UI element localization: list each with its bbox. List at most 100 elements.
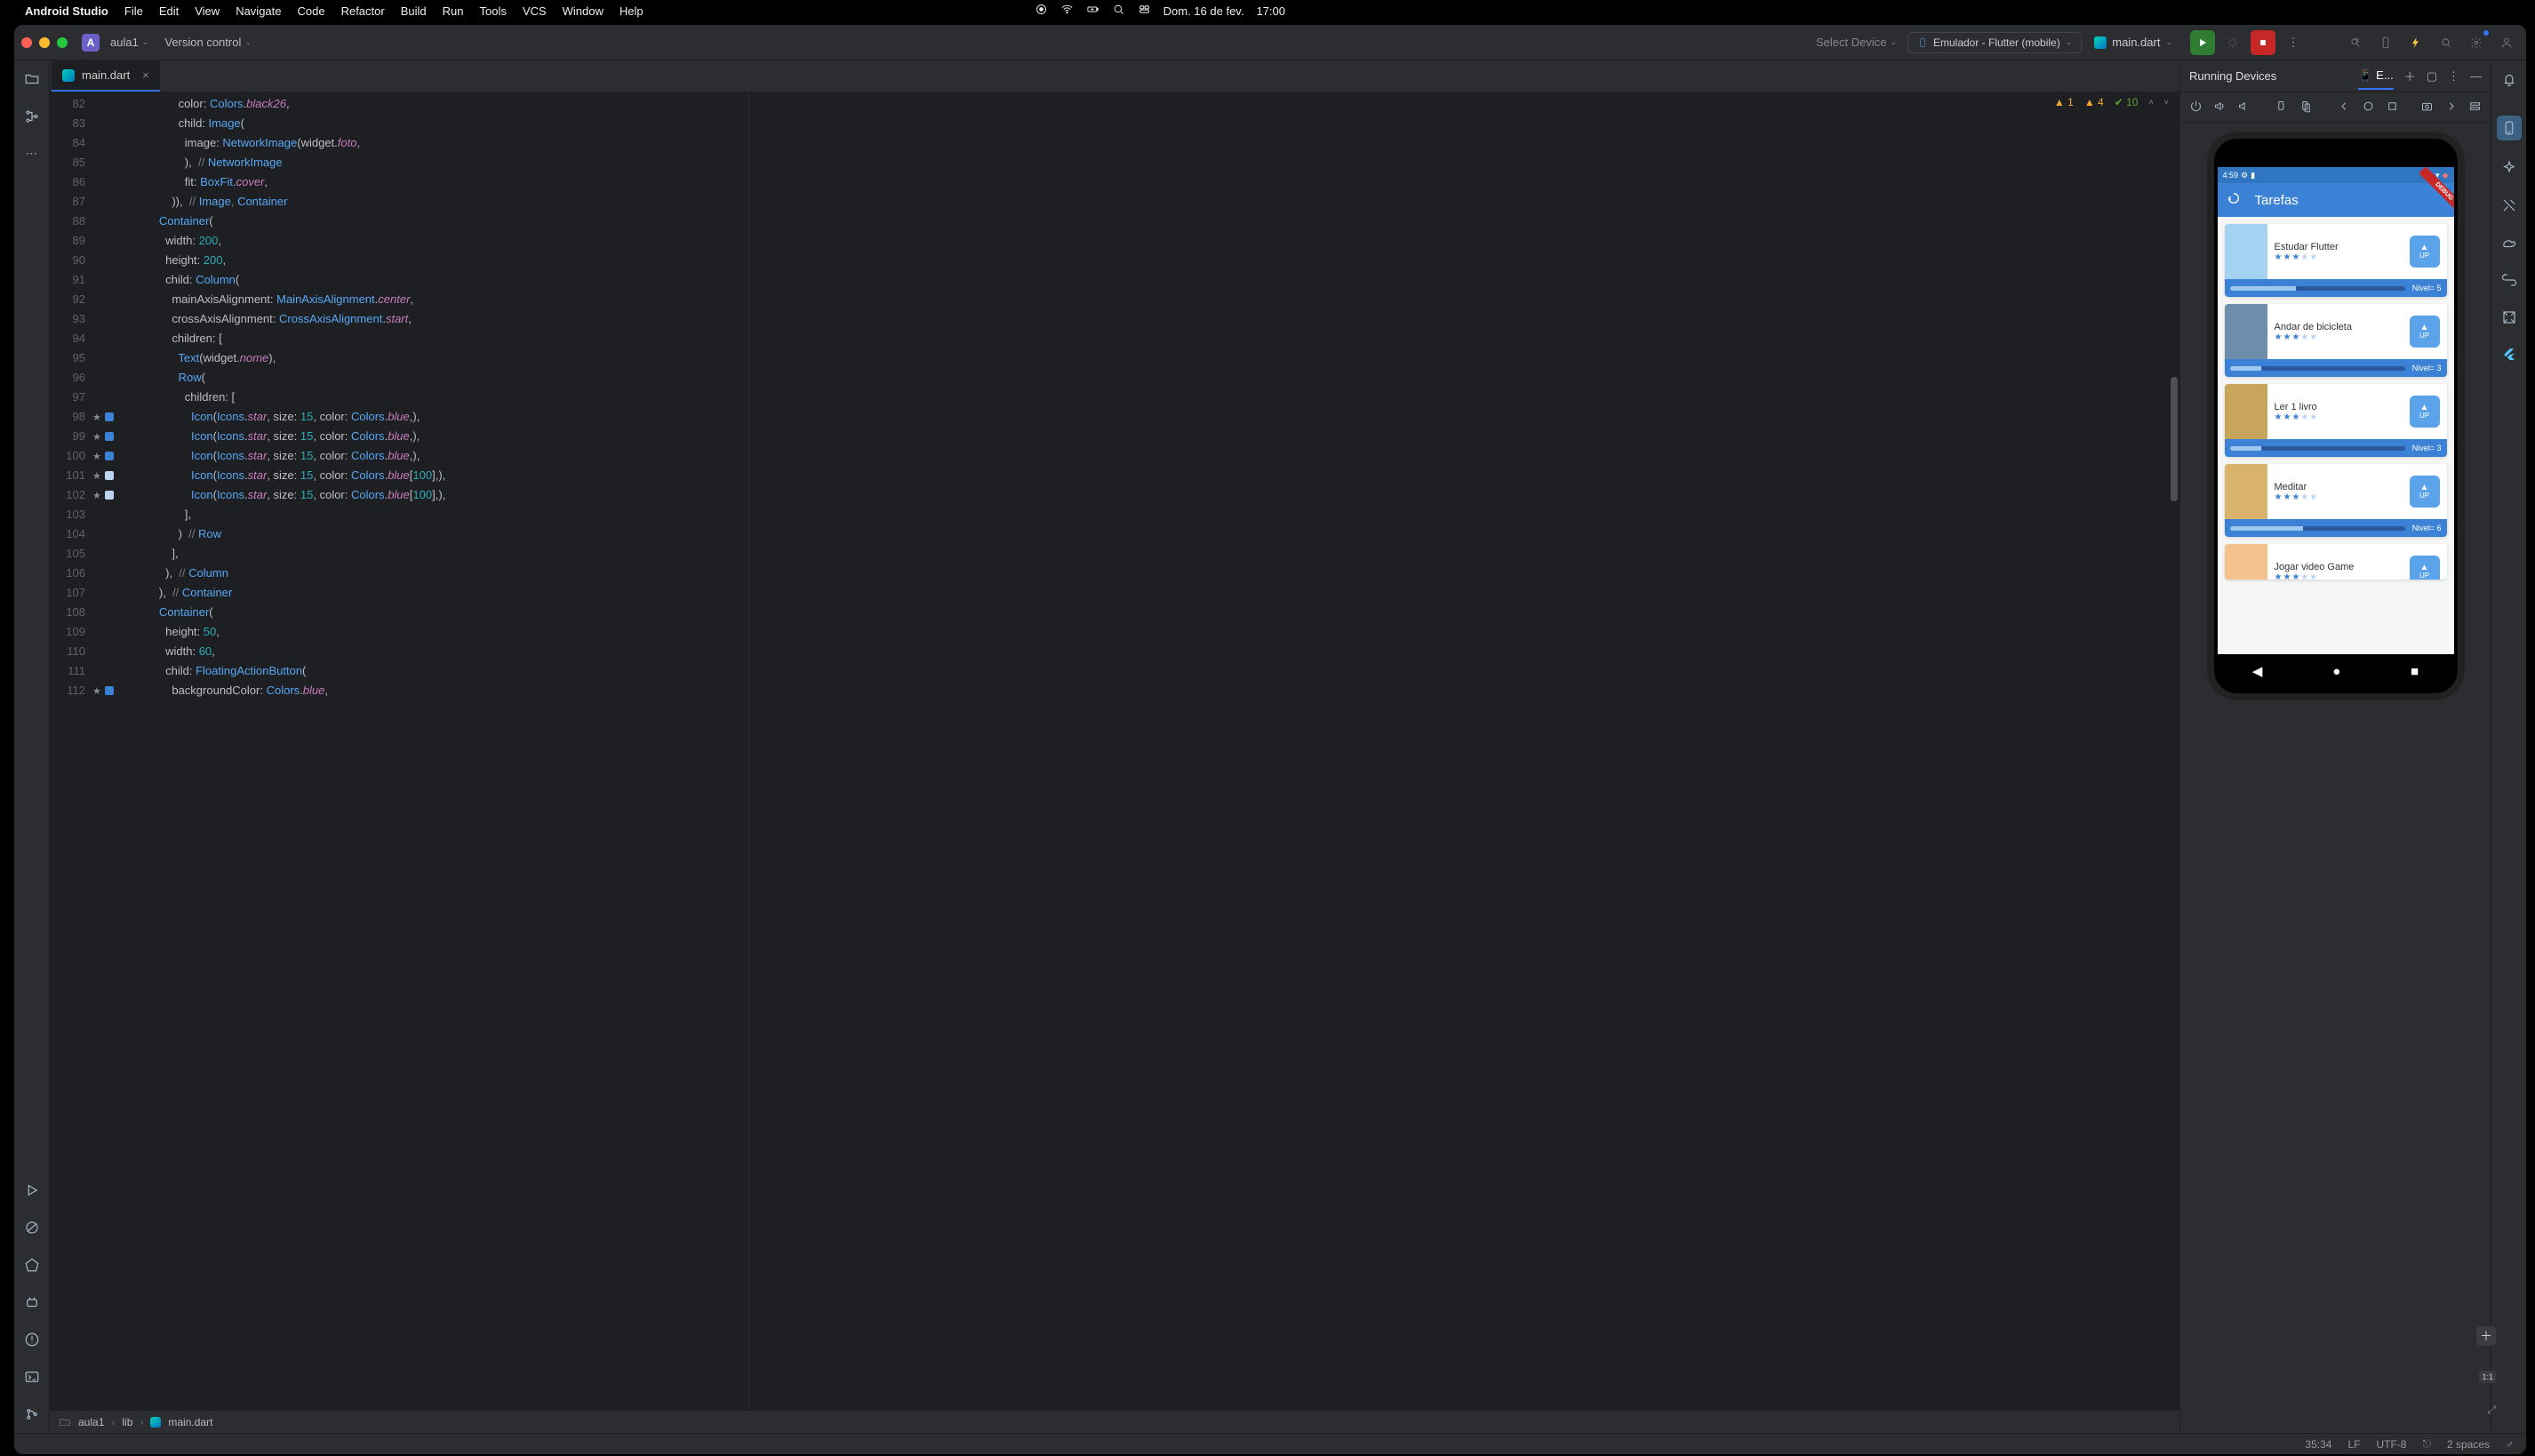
volume-down-icon[interactable] xyxy=(2237,100,2251,116)
screenshot-icon[interactable] xyxy=(2420,100,2434,116)
menu-refactor[interactable]: Refactor xyxy=(341,4,385,18)
emulator-phone[interactable]: DEBUG 4:59⚙▮ ▴▾◆ Tarefas Estudar Flutter xyxy=(2207,132,2465,700)
debug-button[interactable] xyxy=(2220,30,2245,55)
panel-more-icon[interactable]: ⋮ xyxy=(2448,69,2459,84)
menu-help[interactable]: Help xyxy=(620,4,644,18)
menu-navigate[interactable]: Navigate xyxy=(236,4,281,18)
indent[interactable]: 2 spaces xyxy=(2447,1438,2490,1451)
screenrec-icon[interactable] xyxy=(1035,3,1048,19)
up-button[interactable]: ▲UP xyxy=(2410,556,2440,580)
running-devices-icon[interactable] xyxy=(2497,116,2522,140)
stop-button[interactable] xyxy=(2251,30,2275,55)
drawer-icon[interactable] xyxy=(2227,191,2241,209)
up-button[interactable]: ▲UP xyxy=(2410,236,2440,268)
menu-build[interactable]: Build xyxy=(401,4,427,18)
menu-view[interactable]: View xyxy=(195,4,220,18)
notifications-icon[interactable] xyxy=(2499,69,2519,89)
logcat-tool-icon[interactable] xyxy=(22,1292,42,1312)
menu-run[interactable]: Run xyxy=(443,4,464,18)
link-icon[interactable] xyxy=(2499,270,2519,290)
menu-code[interactable]: Code xyxy=(298,4,325,18)
task-card[interactable]: Andar de bicicleta ★★★★★ ▲UP Nivel= 3 xyxy=(2225,304,2447,377)
home-icon[interactable] xyxy=(2362,100,2375,116)
close-tab-icon[interactable]: × xyxy=(142,68,149,82)
menu-file[interactable]: File xyxy=(124,4,143,18)
next-icon[interactable] xyxy=(2444,100,2458,116)
rotate-right-icon[interactable] xyxy=(2299,100,2313,116)
settings-icon[interactable] xyxy=(2464,30,2489,55)
project-tool-icon[interactable] xyxy=(22,69,42,89)
code-editor[interactable]: ▲ 1 ▲ 4 ✔ 10 ˄˅ 828384858687888990919293… xyxy=(50,92,2179,1410)
window-mode-icon[interactable]: ▢ xyxy=(2427,69,2437,84)
cursor-position[interactable]: 35:34 xyxy=(2305,1438,2331,1451)
inspect-icon[interactable] xyxy=(2343,30,2368,55)
menubar-time[interactable]: 17:00 xyxy=(1256,4,1285,18)
layout-inspector-icon[interactable] xyxy=(2499,308,2519,327)
wifi-icon[interactable] xyxy=(1060,3,1074,19)
panel-minimize-icon[interactable]: — xyxy=(2470,69,2482,83)
run-button[interactable] xyxy=(2190,30,2215,55)
volume-up-icon[interactable] xyxy=(2213,100,2227,116)
power-icon[interactable] xyxy=(2189,100,2203,116)
nav-home-icon[interactable]: ● xyxy=(2332,664,2340,679)
zoom-add-icon[interactable]: ＋ xyxy=(2476,1326,2496,1346)
vcs-tool-icon[interactable] xyxy=(22,1404,42,1424)
account-icon[interactable] xyxy=(2494,30,2519,55)
settings-emulator-icon[interactable] xyxy=(2468,100,2482,116)
nav-back-icon[interactable]: ◀ xyxy=(2252,663,2263,679)
control-center-icon[interactable] xyxy=(1138,3,1151,19)
project-dropdown[interactable]: aula1⌄ xyxy=(105,32,154,52)
up-button[interactable]: ▲UP xyxy=(2410,476,2440,508)
run-tool-icon[interactable] xyxy=(22,1180,42,1200)
tab-main-dart[interactable]: main.dart × xyxy=(52,60,160,92)
menu-tools[interactable]: Tools xyxy=(480,4,507,18)
task-card[interactable]: Estudar Flutter ★★★★★ ▲UP Nivel= 5 xyxy=(2225,224,2447,297)
problems-tool-icon[interactable] xyxy=(22,1330,42,1349)
rotate-left-icon[interactable] xyxy=(2275,100,2289,116)
menu-vcs[interactable]: VCS xyxy=(523,4,547,18)
gradle-icon[interactable] xyxy=(2499,233,2519,252)
menu-window[interactable]: Window xyxy=(563,4,604,18)
structure-tool-icon[interactable] xyxy=(22,107,42,126)
search-everywhere-icon[interactable] xyxy=(2434,30,2459,55)
ai-assistant-icon[interactable] xyxy=(2499,158,2519,178)
flutter-icon[interactable] xyxy=(2499,345,2519,364)
search-icon[interactable] xyxy=(1112,3,1125,19)
up-button[interactable]: ▲UP xyxy=(2410,316,2440,348)
code-content[interactable]: color: Colors.black26, child: Image( ima… xyxy=(130,92,2179,1410)
menu-edit[interactable]: Edit xyxy=(159,4,179,18)
lightning-icon[interactable] xyxy=(2403,30,2428,55)
expand-icon[interactable]: ⤢ xyxy=(2487,1404,2496,1417)
nav-recent-icon[interactable]: ■ xyxy=(2411,664,2419,679)
minimize-icon[interactable] xyxy=(39,37,50,48)
select-device-dropdown[interactable]: Select Device⌄ xyxy=(1811,32,1902,52)
line-separator[interactable]: LF xyxy=(2347,1438,2360,1451)
terminal-tool-icon[interactable] xyxy=(22,1367,42,1387)
readonly-icon[interactable]: ⎋ xyxy=(2422,1437,2431,1451)
inspection-widget[interactable]: ▲ 1 ▲ 4 ✔ 10 ˄˅ xyxy=(2054,96,2169,108)
more-actions-icon[interactable]: ⋮ xyxy=(2281,30,2306,55)
encoding[interactable]: UTF-8 xyxy=(2376,1438,2406,1451)
vcs-dropdown[interactable]: Version control⌄ xyxy=(159,32,257,52)
battery-icon[interactable] xyxy=(1086,3,1100,19)
emulator-tab[interactable]: 📱 E... xyxy=(2358,68,2393,90)
up-button[interactable]: ▲UP xyxy=(2410,396,2440,428)
overview-icon[interactable] xyxy=(2386,100,2399,116)
device-manager-icon[interactable] xyxy=(2373,30,2398,55)
status-more-icon[interactable]: ♂ xyxy=(2506,1438,2514,1451)
breadcrumb[interactable]: aula1› lib› main.dart xyxy=(50,1410,2179,1433)
more-tool-icon[interactable]: ⋯ xyxy=(22,144,42,164)
run-config-dropdown[interactable]: main.dart⌄ xyxy=(2087,32,2179,52)
back-icon[interactable] xyxy=(2338,100,2351,116)
task-card[interactable]: Ler 1 livro ★★★★★ ▲UP Nivel= 3 xyxy=(2225,384,2447,457)
app-name[interactable]: Android Studio xyxy=(25,4,108,18)
services-tool-icon[interactable] xyxy=(22,1218,42,1237)
device-chip[interactable]: Emulador - Flutter (mobile)⌄ xyxy=(1907,32,2082,53)
add-device-icon[interactable]: ＋ xyxy=(2404,68,2416,84)
zoom-icon[interactable] xyxy=(57,37,68,48)
tools-icon[interactable] xyxy=(2499,196,2519,215)
scrollbar-thumb[interactable] xyxy=(2171,377,2178,501)
task-card[interactable]: Jogar video Game ★★★★★ ▲UP xyxy=(2225,544,2447,580)
menubar-date[interactable]: Dom. 16 de fev. xyxy=(1164,4,1244,18)
profiler-tool-icon[interactable] xyxy=(22,1255,42,1275)
